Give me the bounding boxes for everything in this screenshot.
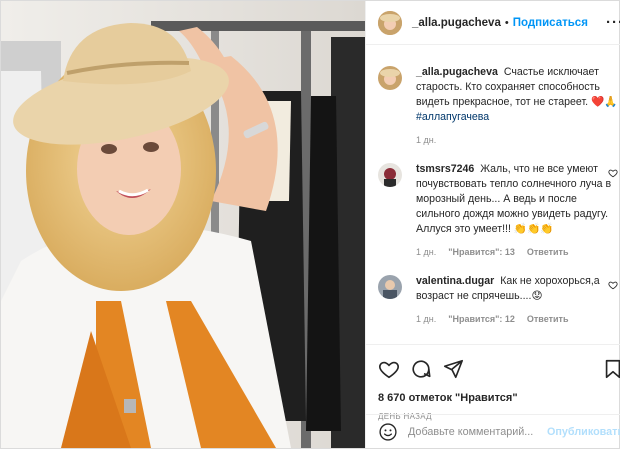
instagram-post: _alla.pugacheva • Подписаться ··· _alla.…	[0, 0, 620, 449]
comment-time[interactable]: 1 дн.	[416, 245, 436, 260]
commenter-avatar[interactable]	[378, 163, 402, 187]
post-sidebar: _alla.pugacheva • Подписаться ··· _alla.…	[365, 1, 620, 448]
emoji-icon[interactable]	[378, 422, 398, 442]
comment-username[interactable]: valentina.dugar	[416, 275, 494, 287]
photo-illustration	[1, 1, 365, 448]
caption-time[interactable]: 1 дн.	[416, 133, 436, 148]
reply-button[interactable]: Ответить	[527, 312, 569, 327]
comment-item: tsmsrs7246 Жаль, что не все умеют почувс…	[378, 162, 618, 260]
more-options-button[interactable]: ···	[606, 14, 620, 31]
caption-emoji: ❤️🙏	[591, 96, 618, 108]
post-header: _alla.pugacheva • Подписаться ···	[366, 1, 620, 45]
comments-list[interactable]: _alla.pugacheva Счастье исключает старос…	[366, 45, 620, 344]
comment-likes[interactable]: "Нравится": 13	[448, 245, 515, 260]
comment-icon[interactable]	[410, 358, 432, 380]
add-comment-bar: Опубликовать	[366, 414, 620, 448]
follow-button[interactable]: Подписаться	[513, 17, 588, 29]
comment-heart-icon[interactable]	[608, 168, 618, 178]
reply-button[interactable]: Ответить	[527, 245, 569, 260]
likes-count[interactable]: 8 670 отметок "Нравится"	[366, 392, 620, 408]
comment-username[interactable]: tsmsrs7246	[416, 163, 474, 175]
post-photo[interactable]	[1, 1, 365, 448]
caption-avatar[interactable]	[378, 66, 402, 90]
caption: _alla.pugacheva Счастье исключает старос…	[378, 65, 618, 148]
publish-button[interactable]: Опубликовать	[547, 426, 620, 438]
heart-icon[interactable]	[378, 358, 400, 380]
comment-time[interactable]: 1 дн.	[416, 312, 436, 327]
bookmark-icon[interactable]	[602, 358, 620, 380]
caption-hashtag[interactable]: #аллапугачева	[416, 111, 489, 123]
post-actions	[366, 344, 620, 392]
caption-username[interactable]: _alla.pugacheva	[416, 66, 498, 78]
commenter-avatar[interactable]	[378, 275, 402, 299]
comment-input[interactable]	[408, 425, 547, 438]
comment-likes[interactable]: "Нравится": 12	[448, 312, 515, 327]
send-icon[interactable]	[442, 358, 464, 380]
author-avatar[interactable]	[378, 10, 402, 35]
comment-heart-icon[interactable]	[608, 280, 618, 290]
author-username[interactable]: _alla.pugacheva	[412, 17, 501, 29]
header-separator: •	[504, 16, 509, 29]
comment-item: valentina.dugar Как не хорохорься,а возр…	[378, 274, 618, 327]
